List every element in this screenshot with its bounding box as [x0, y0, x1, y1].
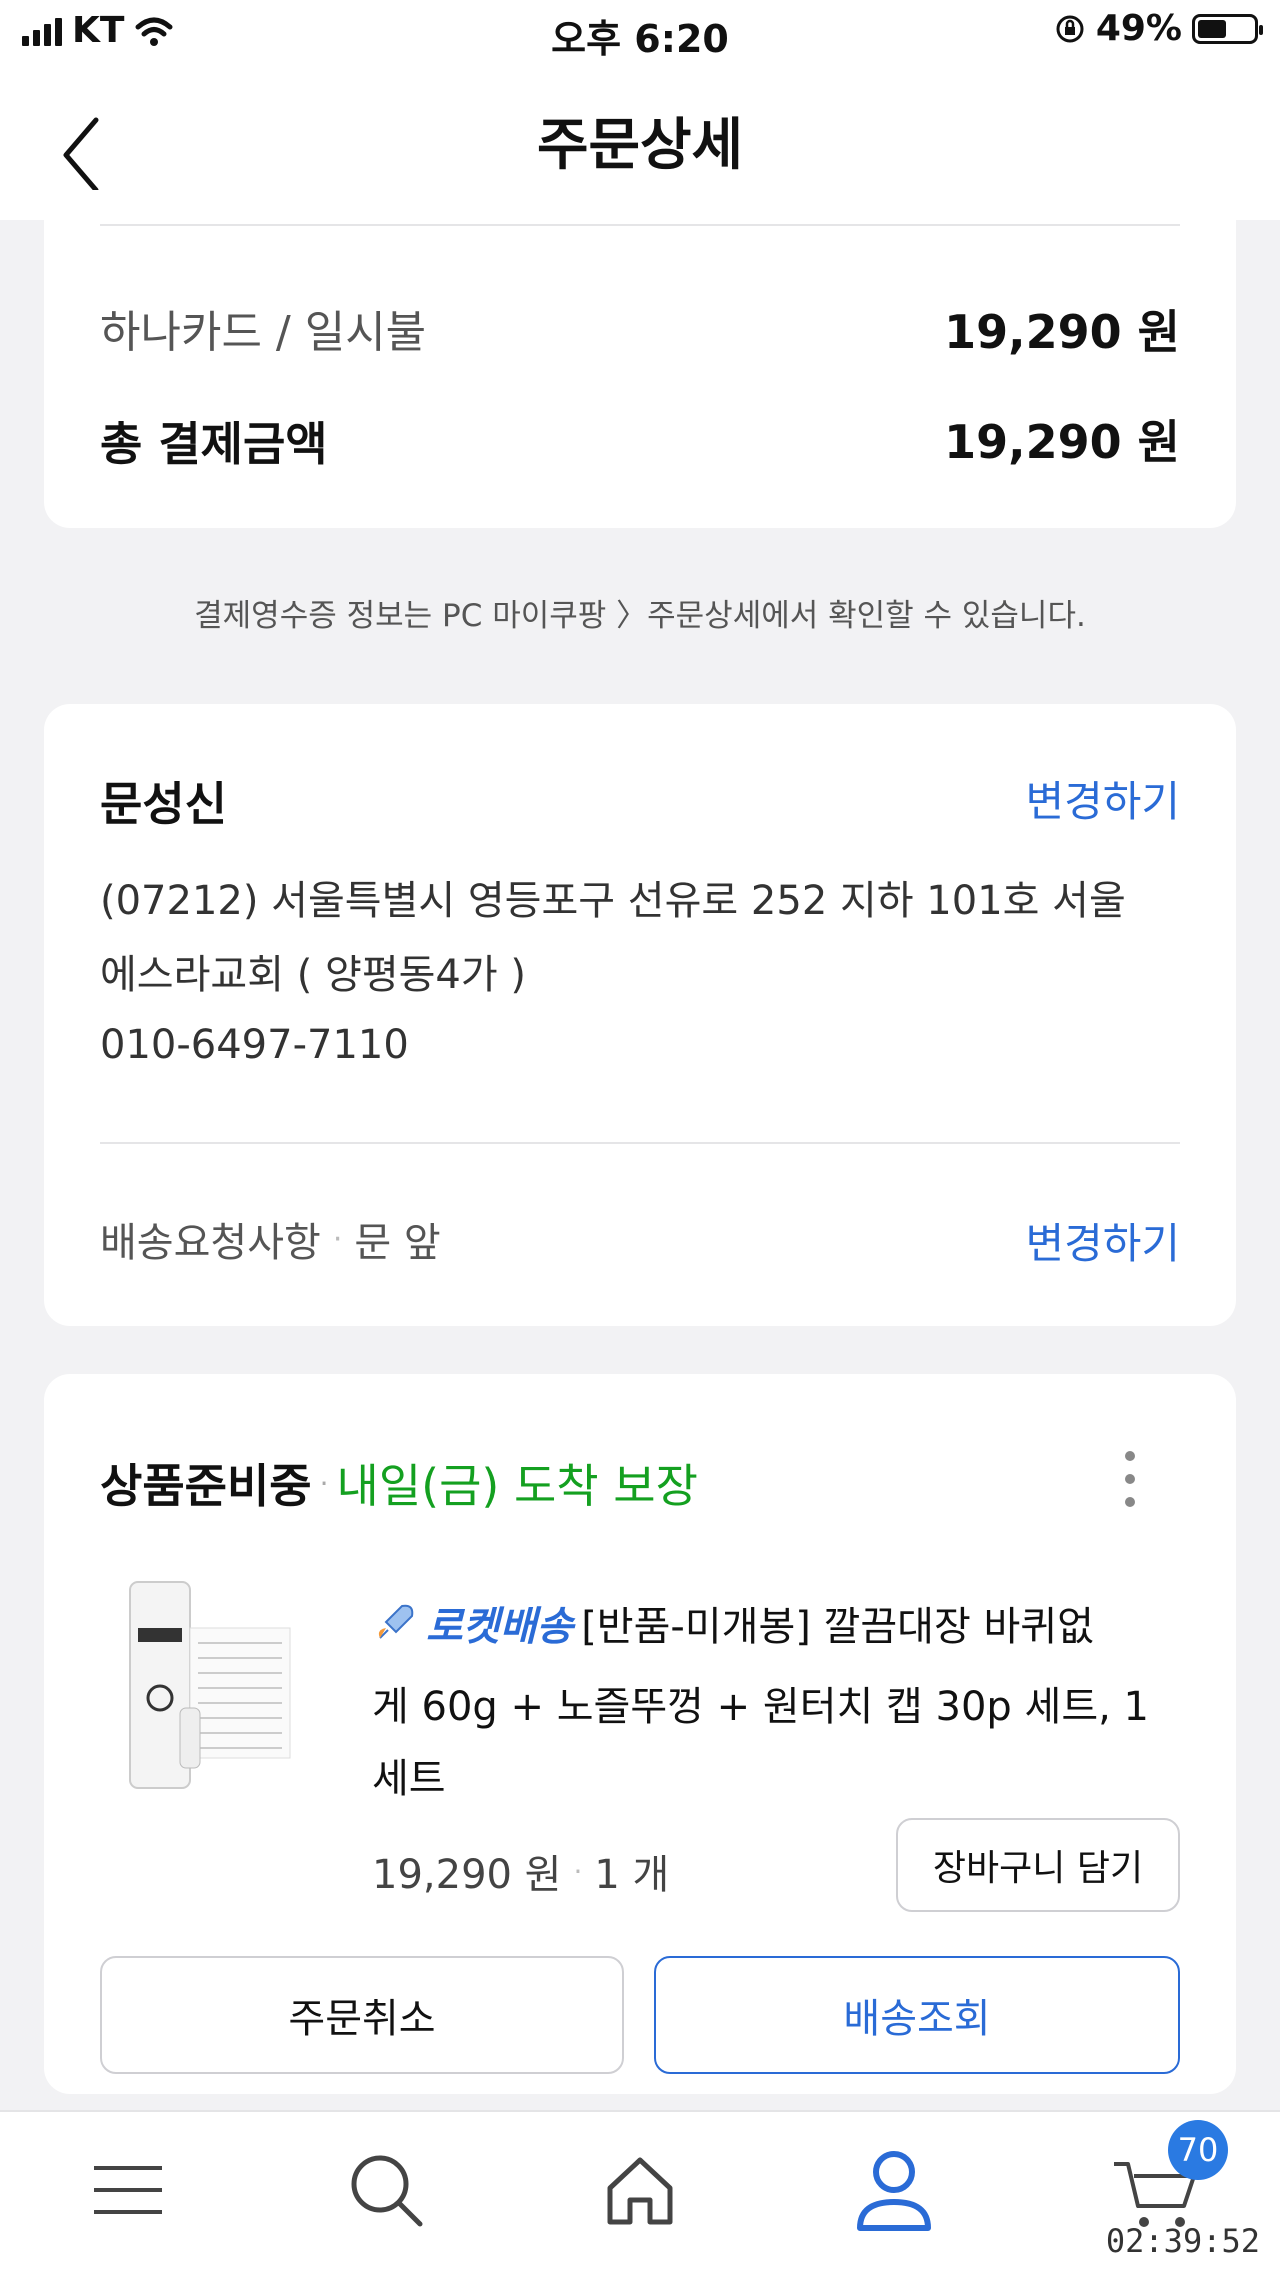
cart-badge: 70 [1168, 2120, 1228, 2180]
address-line-1: (07212) 서울특별시 영등포구 선유로 252 지하 101호 서울 [100, 878, 1126, 924]
arrival-guarantee: 내일(금) 도착 보장 [336, 1459, 698, 1513]
rotation-lock-icon [1056, 15, 1084, 42]
receipt-note: 결제영수증 정보는 PC 마이쿠팡 〉주문상세에서 확인할 수 있습니다. [194, 598, 1086, 634]
delivery-request-label: 배송요청사항 [100, 1220, 321, 1266]
total-payment-label: 총 결제금액 [100, 417, 328, 471]
payment-method-amount: 19,290 원 [944, 305, 1180, 359]
status-bar: KT 오후 6:20 49% [0, 0, 1280, 70]
product-title-line-3[interactable]: 세트 [372, 1746, 446, 1804]
more-options-icon[interactable] [1110, 1446, 1150, 1512]
order-status-row: 상품준비중 · 내일(금) 도착 보장 [100, 1450, 698, 1516]
separator-dot: · [573, 1854, 583, 1888]
battery-percent: 49% [1095, 8, 1182, 49]
rocket-delivery-label: 로켓배송 [426, 1604, 574, 1650]
recipient-phone: 010-6497-7110 [100, 1022, 409, 1068]
rocket-icon [378, 1604, 414, 1639]
separator-dot: · [319, 1466, 329, 1500]
search-icon[interactable] [346, 2150, 426, 2230]
change-address-button[interactable]: 변경하기 [1025, 768, 1180, 829]
order-status: 상품준비중 [100, 1459, 312, 1513]
track-delivery-button[interactable]: 배송조회 [654, 1956, 1180, 2074]
delivery-request: 배송요청사항 · 문 앞 [100, 1210, 441, 1268]
product-image[interactable] [110, 1568, 310, 1808]
menu-icon[interactable] [90, 2160, 166, 2220]
payment-divider [100, 224, 1180, 226]
product-name-part-1: [반품-미개봉] 깔끔대장 바퀴없 [581, 1604, 1094, 1650]
battery-icon [1192, 13, 1263, 44]
product-price: 19,290 원 [372, 1852, 562, 1898]
address-line-2: 에스라교회 ( 양평동4가 ) [100, 952, 527, 998]
user-icon[interactable] [852, 2146, 936, 2234]
page-title: 주문상세 [536, 113, 744, 178]
home-icon[interactable] [600, 2150, 680, 2230]
separator-dot: · [332, 1221, 343, 1257]
recipient-name: 문성신 [100, 777, 227, 831]
change-request-button[interactable]: 변경하기 [1025, 1210, 1180, 1271]
add-to-cart-button[interactable]: 장바구니 담기 [896, 1818, 1180, 1912]
payment-method-label: 하나카드 / 일시불 [100, 307, 427, 358]
address-divider [100, 1142, 1180, 1144]
product-quantity: 1 개 [594, 1852, 670, 1898]
status-right: 49% [1054, 8, 1263, 49]
price-quantity: 19,290 원 · 1 개 [372, 1842, 669, 1900]
delivery-request-value: 문 앞 [354, 1220, 441, 1266]
cancel-order-button[interactable]: 주문취소 [100, 1956, 624, 2074]
session-timer: 02:39:52 [1105, 2222, 1260, 2260]
product-title-line-2[interactable]: 게 60g + 노즐뚜껑 + 원터치 캡 30p 세트, 1 [372, 1674, 1192, 1732]
total-payment-amount: 19,290 원 [944, 415, 1180, 469]
product-title-line-1[interactable]: 로켓배송 [반품-미개봉] 깔끔대장 바퀴없 [372, 1594, 1192, 1652]
